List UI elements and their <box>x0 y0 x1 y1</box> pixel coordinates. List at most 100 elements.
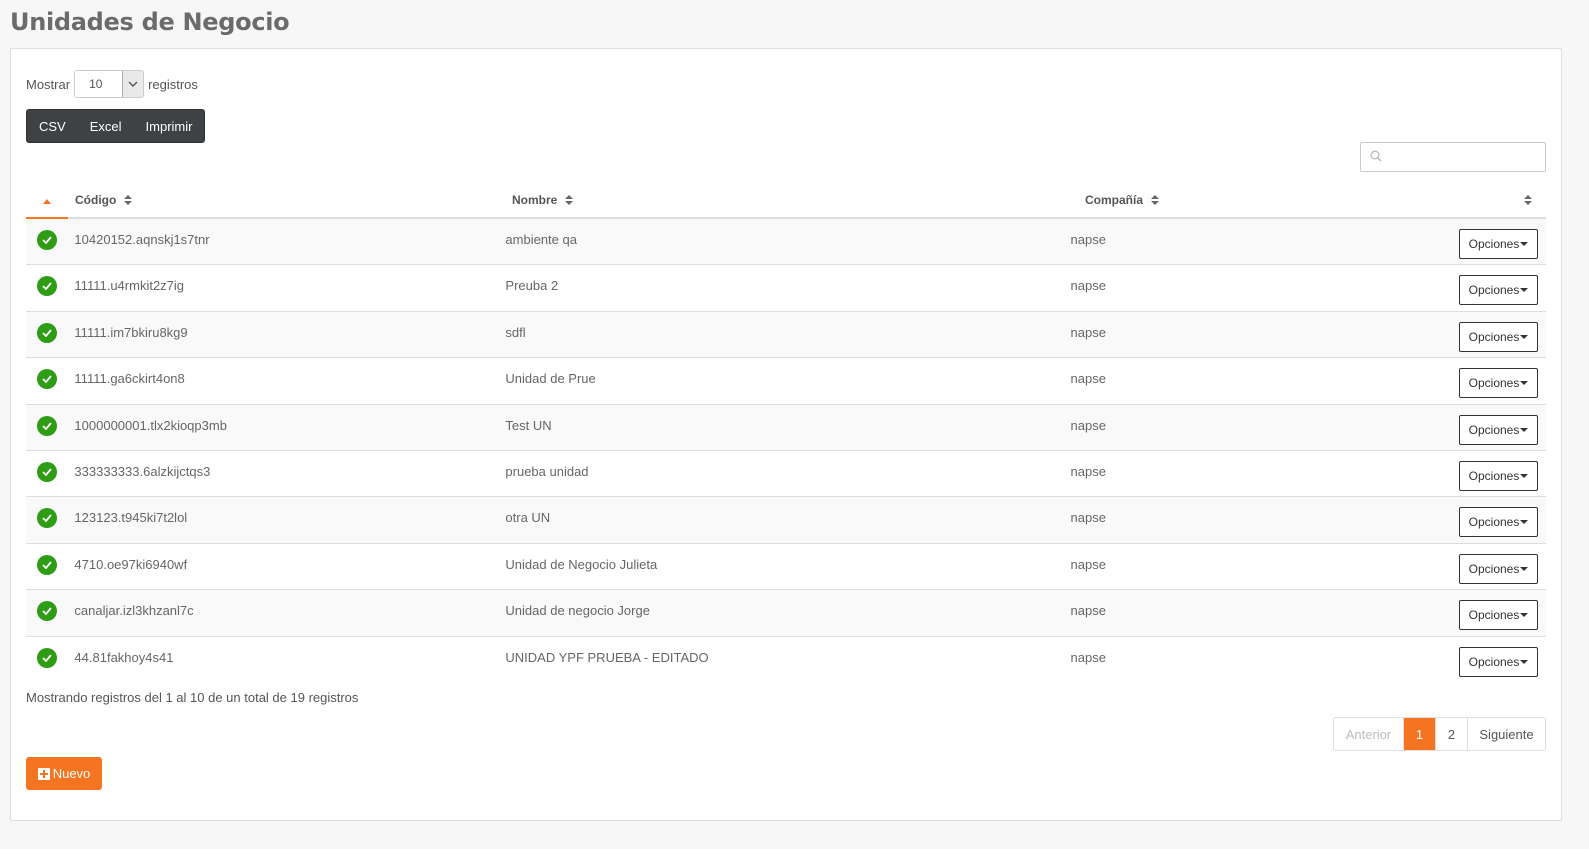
options-label: Opciones <box>1468 654 1520 669</box>
caret-down-icon <box>1520 473 1529 478</box>
length-prefix: Mostrar <box>26 76 71 92</box>
row-name: Unidad de negocio Jorge <box>505 603 650 619</box>
row-code: 11111.im7bkiru8kg9 <box>74 324 188 340</box>
check-circle-icon <box>36 230 57 250</box>
header-name[interactable]: Nombre <box>506 183 1079 217</box>
options-label: Opciones <box>1468 422 1520 437</box>
table-row: 333333333.6alzkijctqs3 prueba unidad nap… <box>26 450 1546 498</box>
row-company: napse <box>1070 510 1106 526</box>
check-circle-icon <box>36 554 57 575</box>
options-button[interactable]: Opciones <box>1459 275 1538 306</box>
options-button[interactable]: Opciones <box>1459 600 1538 631</box>
options-button[interactable]: Opciones <box>1459 368 1538 399</box>
sort-icon <box>1524 195 1532 205</box>
table-row: 11111.ga6ckirt4on8 Unidad de Prue napse … <box>26 358 1546 405</box>
caret-down-icon <box>1520 381 1529 386</box>
row-name: Unidad de Negocio Julieta <box>505 556 658 572</box>
options-label: Opciones <box>1468 376 1520 391</box>
caret-down-icon <box>1520 566 1529 571</box>
row-name: Preuba 2 <box>505 278 559 294</box>
table-header: Código Nombre Compañía <box>26 183 1546 219</box>
row-code: 10420152.aqnskj1s7tnr <box>74 232 210 247</box>
pagination-page-1[interactable]: 1 <box>1404 718 1436 750</box>
row-code: 11111.ga6ckirt4on8 <box>74 371 185 387</box>
options-button[interactable]: Opciones <box>1459 553 1538 584</box>
row-company: napse <box>1070 463 1106 479</box>
pagination-next[interactable]: Siguiente <box>1468 718 1545 750</box>
header-code[interactable]: Código <box>68 183 506 217</box>
check-circle-icon <box>36 461 57 482</box>
row-name: UNIDAD YPF PRUEBA - EDITADO <box>505 649 709 665</box>
table-row: canaljar.izl3khzanl7c Unidad de negocio … <box>26 590 1546 637</box>
pagination: Anterior 1 2 Siguiente <box>1333 717 1546 751</box>
plus-square-icon <box>37 767 50 780</box>
row-code: 123123.t945ki7t2lol <box>74 510 188 526</box>
header-actions[interactable] <box>1479 183 1546 217</box>
pagination-page-2[interactable]: 2 <box>1436 718 1468 750</box>
row-company: napse <box>1070 556 1106 572</box>
row-code: canaljar.izl3khzanl7c <box>74 603 194 619</box>
caret-down-icon <box>1520 613 1529 618</box>
table-row: 11111.u4rmkit2z7ig Preuba 2 napse Opcion… <box>26 265 1546 312</box>
row-name: Test UN <box>505 417 552 433</box>
options-label: Opciones <box>1468 237 1520 251</box>
options-button[interactable]: Opciones <box>1459 229 1538 259</box>
options-label: Opciones <box>1468 515 1520 530</box>
row-name: otra UN <box>505 510 551 526</box>
search-icon <box>1370 150 1382 165</box>
sort-icon <box>565 195 574 205</box>
row-company: napse <box>1070 649 1106 665</box>
print-button[interactable]: Imprimir <box>134 110 205 142</box>
options-button[interactable]: Opciones <box>1459 507 1538 538</box>
check-circle-icon <box>36 415 57 436</box>
length-select[interactable]: 10 <box>74 70 145 98</box>
options-label: Opciones <box>1468 283 1520 298</box>
row-company: napse <box>1070 324 1106 340</box>
row-code: 333333333.6alzkijctqs3 <box>74 463 211 479</box>
table-row: 4710.oe97ki6940wf Unidad de Negocio Juli… <box>26 543 1546 591</box>
sort-icon <box>1151 195 1160 205</box>
search-input[interactable] <box>1360 142 1546 172</box>
table-row: 11111.im7bkiru8kg9 sdfl napse Opciones <box>26 311 1546 359</box>
row-company: napse <box>1070 371 1106 387</box>
chevron-down-icon <box>122 71 144 97</box>
row-company: napse <box>1070 603 1106 619</box>
excel-button[interactable]: Excel <box>78 110 134 142</box>
options-button[interactable]: Opciones <box>1459 414 1538 445</box>
new-button-label: Nuevo <box>52 766 91 781</box>
row-name: sdfl <box>505 324 526 340</box>
check-circle-icon <box>36 369 57 390</box>
check-circle-icon <box>36 322 57 343</box>
options-label: Opciones <box>1468 561 1520 576</box>
header-company-label: Compañía <box>1085 193 1144 207</box>
main-panel: Mostrar 10 registros CSV Excel Imprimir … <box>10 48 1562 821</box>
new-button[interactable]: Nuevo <box>26 757 102 790</box>
sort-icon <box>124 195 133 205</box>
check-circle-icon <box>36 276 57 297</box>
length-suffix: registros <box>148 76 198 92</box>
check-circle-icon <box>36 601 57 622</box>
pagination-prev[interactable]: Anterior <box>1334 718 1404 750</box>
caret-down-icon <box>1520 659 1529 664</box>
table-row: 44.81fakhoy4s41 UNIDAD YPF PRUEBA - EDIT… <box>26 636 1546 683</box>
options-label: Opciones <box>1468 329 1520 344</box>
row-code: 1000000001.tlx2kioqp3mb <box>74 417 227 433</box>
header-name-label: Nombre <box>512 193 558 207</box>
options-button[interactable]: Opciones <box>1459 321 1538 352</box>
row-code: 44.81fakhoy4s41 <box>74 649 174 665</box>
csv-button[interactable]: CSV <box>27 110 78 142</box>
length-control: Mostrar 10 registros <box>26 70 198 98</box>
caret-down-icon <box>1520 334 1529 339</box>
sort-status-header[interactable] <box>26 183 68 219</box>
table-row: 123123.t945ki7t2lol otra UN napse Opcion… <box>26 497 1546 544</box>
options-label: Opciones <box>1468 468 1520 483</box>
options-button[interactable]: Opciones <box>1459 646 1538 677</box>
options-label: Opciones <box>1468 608 1520 623</box>
caret-down-icon <box>1520 520 1529 525</box>
length-select-value: 10 <box>89 77 103 91</box>
header-company[interactable]: Compañía <box>1079 183 1479 217</box>
row-company: napse <box>1070 232 1106 247</box>
options-button[interactable]: Opciones <box>1459 460 1538 491</box>
table-info: Mostrando registros del 1 al 10 de un to… <box>26 690 359 705</box>
row-code: 11111.u4rmkit2z7ig <box>74 278 185 294</box>
